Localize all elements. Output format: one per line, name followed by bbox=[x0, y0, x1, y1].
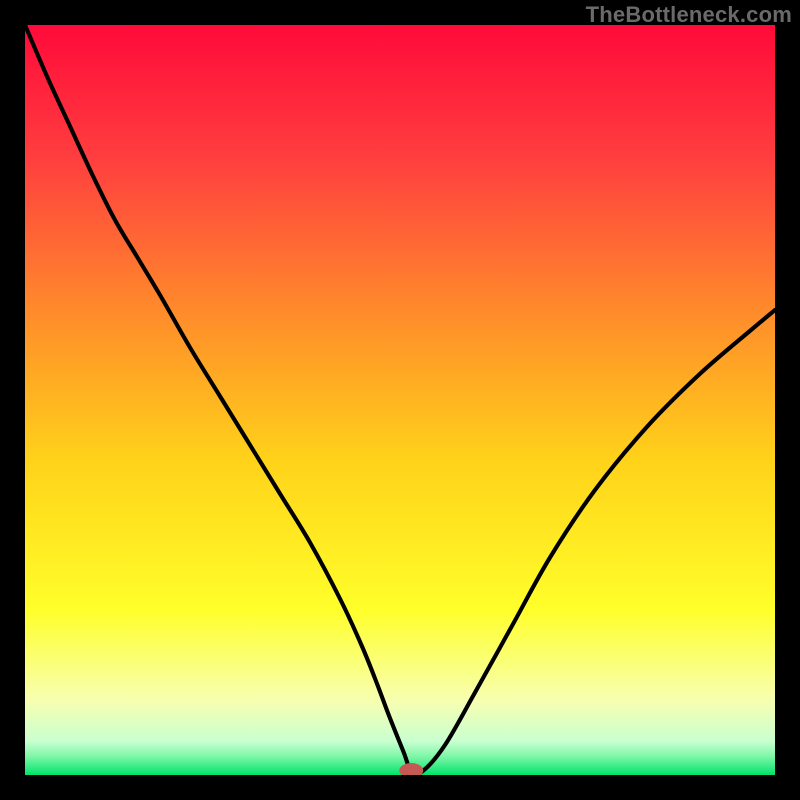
bottleneck-chart bbox=[25, 25, 775, 775]
chart-frame: TheBottleneck.com bbox=[0, 0, 800, 800]
gradient-background bbox=[25, 25, 775, 775]
